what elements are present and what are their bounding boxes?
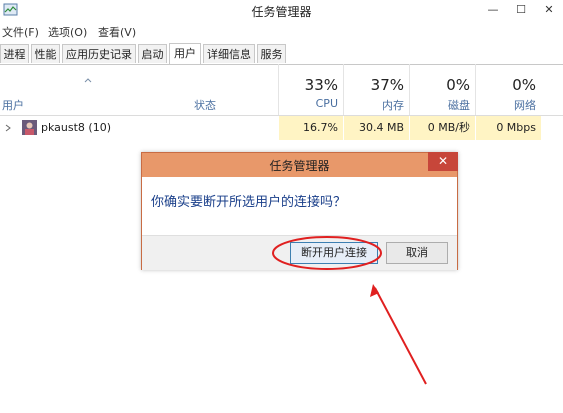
column-divider [343,64,344,115]
user-avatar-icon [22,120,37,135]
title-bar: 任务管理器 — ☐ ✕ [0,0,563,22]
minimize-button[interactable]: — [480,0,506,22]
tab-app-history[interactable]: 应用历史记录 [62,44,136,63]
tab-processes[interactable]: 进程 [0,44,29,63]
network-percent: 0% [512,76,536,94]
menu-view[interactable]: 查看(V) [98,24,136,40]
tab-performance[interactable]: 性能 [31,44,60,63]
menu-bar: 文件(F) 选项(O) 查看(V) [0,22,563,40]
column-memory[interactable]: 内存 [345,97,404,113]
menu-file[interactable]: 文件(F) [2,24,39,40]
tab-users[interactable]: 用户 [169,43,201,64]
annotation-arrowhead [370,284,379,297]
memory-cell: 30.4 MB [344,116,409,140]
column-divider [475,64,476,115]
confirm-dialog: 任务管理器 ✕ 你确实要断开所选用户的连接吗？ 断开用户连接 取消 [141,152,458,270]
cpu-value: 16.7% [303,121,338,134]
table-row[interactable]: pkaust8 (10) 16.7% 30.4 MB 0 MB/秒 0 Mbps [0,116,563,140]
sort-ascending-icon [84,78,92,83]
menu-options[interactable]: 选项(O) [48,24,87,40]
tab-startup[interactable]: 启动 [138,44,167,63]
dialog-close-button[interactable]: ✕ [428,152,458,171]
close-button[interactable]: ✕ [536,0,562,22]
memory-value: 30.4 MB [358,121,404,134]
maximize-button[interactable]: ☐ [508,0,534,22]
column-network[interactable]: 网络 [477,97,536,113]
dialog-footer: 断开用户连接 取消 [142,235,457,270]
column-disk[interactable]: 磁盘 [411,97,470,113]
column-header: 用户 状态 33% CPU 37% 内存 0% 磁盘 0% 网络 [0,64,563,116]
annotation-arrow [374,287,427,385]
dialog-question: 你确实要断开所选用户的连接吗？ [151,195,347,210]
cancel-button[interactable]: 取消 [386,242,448,264]
memory-percent: 37% [370,76,404,94]
column-divider [409,64,410,115]
disk-percent: 0% [446,76,470,94]
column-status[interactable]: 状态 [194,97,216,113]
column-user[interactable]: 用户 [2,97,24,113]
dialog-title-bar: 任务管理器 ✕ [142,152,458,177]
tab-details[interactable]: 详细信息 [203,44,255,63]
disk-cell: 0 MB/秒 [410,116,475,140]
dialog-title: 任务管理器 [269,159,330,173]
cpu-percent: 33% [304,76,338,94]
window-title: 任务管理器 [251,5,312,19]
tab-strip: 进程 性能 应用历史记录 启动 用户 详细信息 服务 [0,42,563,65]
tab-services[interactable]: 服务 [257,44,286,63]
network-cell: 0 Mbps [476,116,541,140]
disconnect-user-button[interactable]: 断开用户连接 [290,242,378,264]
network-value: 0 Mbps [496,121,536,134]
user-name: pkaust8 (10) [41,121,111,134]
column-divider [278,64,279,115]
cpu-cell: 16.7% [279,116,343,140]
expand-chevron-icon[interactable] [5,124,11,132]
disk-value: 0 MB/秒 [427,121,470,134]
column-cpu[interactable]: CPU [280,97,338,110]
